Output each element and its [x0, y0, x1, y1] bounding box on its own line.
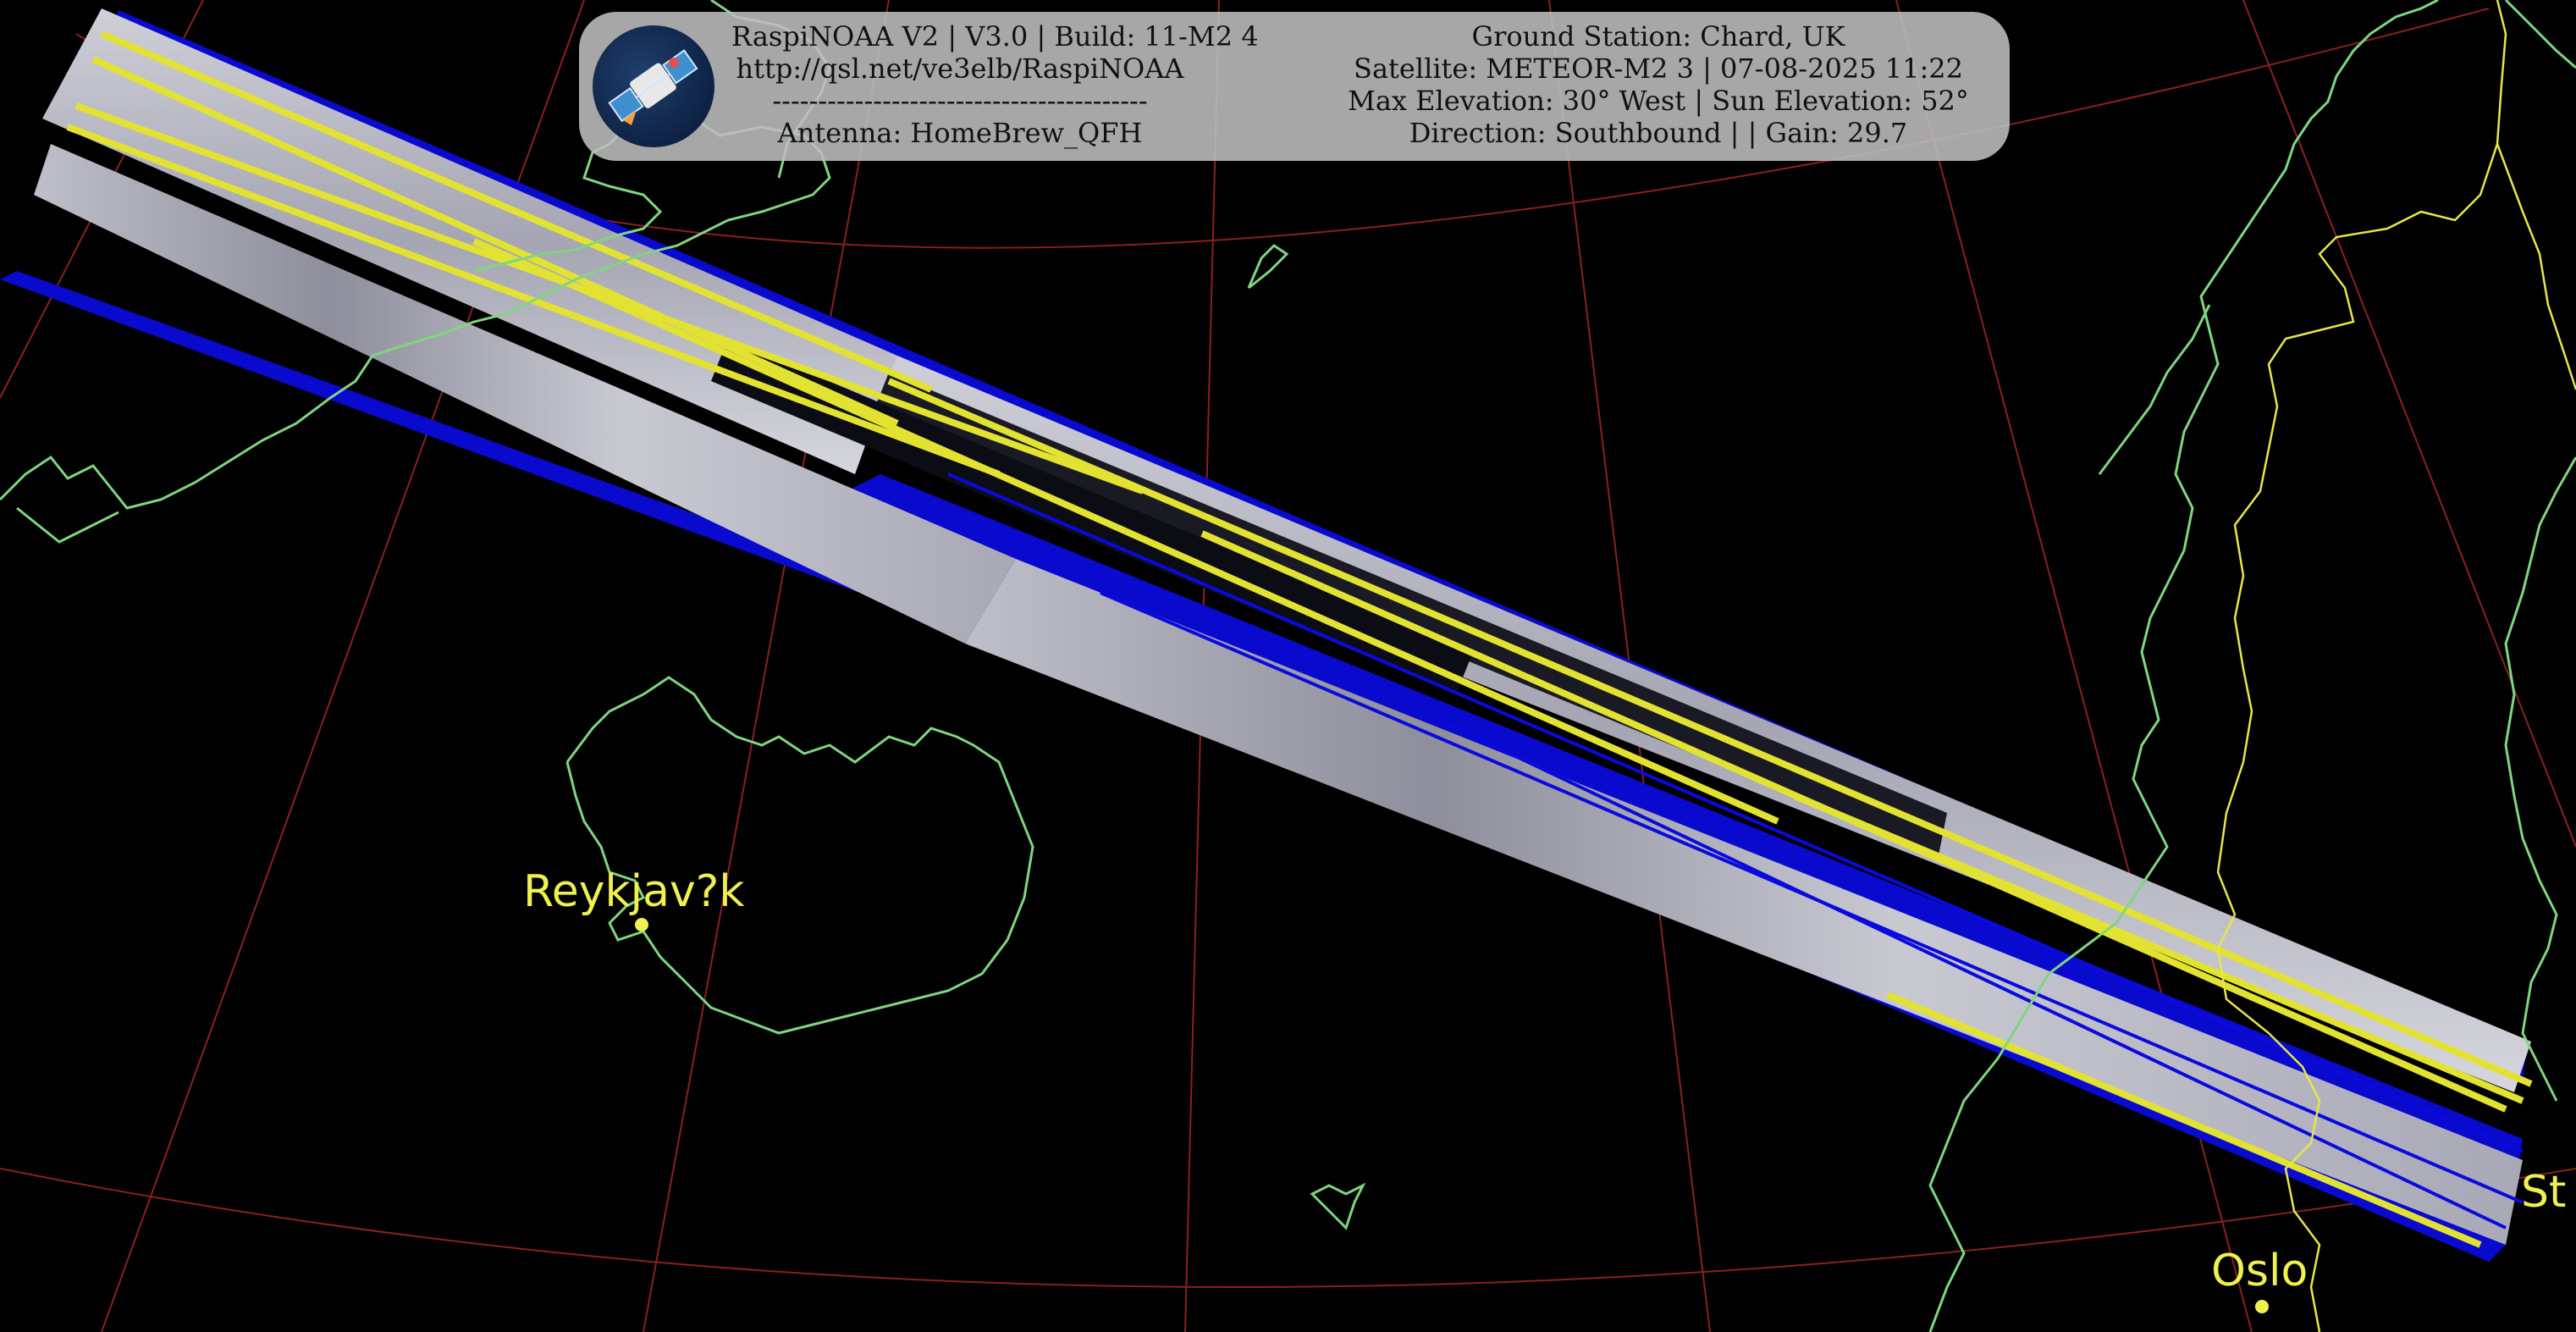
satellite-icon [593, 25, 714, 147]
header-right-column: Ground Station: Chard, UK Satellite: MET… [1324, 20, 1993, 149]
header-left-line: ----------------------------------------… [772, 85, 1148, 117]
header-right-line: Ground Station: Chard, UK [1471, 20, 1845, 53]
city-label-reykjavik: Reykjav?k [523, 866, 744, 917]
city-stockholm: St [2521, 1167, 2566, 1218]
header-right-line: Satellite: METEOR-M2 3 | 07-08-2025 11:2… [1354, 53, 1963, 85]
header-left-line: http://qsl.net/ve3elb/RaspiNOAA [736, 53, 1184, 85]
header-left-line: RaspiNOAA V2 | V3.0 | Build: 11-M2 4 [731, 20, 1259, 53]
header-left-line: Antenna: HomeBrew_QFH [777, 117, 1143, 149]
city-label-stockholm: St [2521, 1167, 2566, 1218]
city-marker [635, 918, 648, 931]
city-label-oslo: Oslo [2211, 1246, 2308, 1296]
header-right-line: Direction: Southbound | | Gain: 29.7 [1409, 117, 1908, 149]
header-left-column: RaspiNOAA V2 | V3.0 | Build: 11-M2 4 htt… [731, 20, 1259, 149]
satellite-icon-graphic [608, 49, 698, 125]
header-right-line: Max Elevation: 30° West | Sun Elevation:… [1348, 85, 1969, 117]
city-marker [2255, 1300, 2269, 1313]
satellite-map: Reykjav?k Oslo St [0, 0, 2576, 1332]
pass-info-header: RaspiNOAA V2 | V3.0 | Build: 11-M2 4 htt… [579, 12, 2010, 161]
